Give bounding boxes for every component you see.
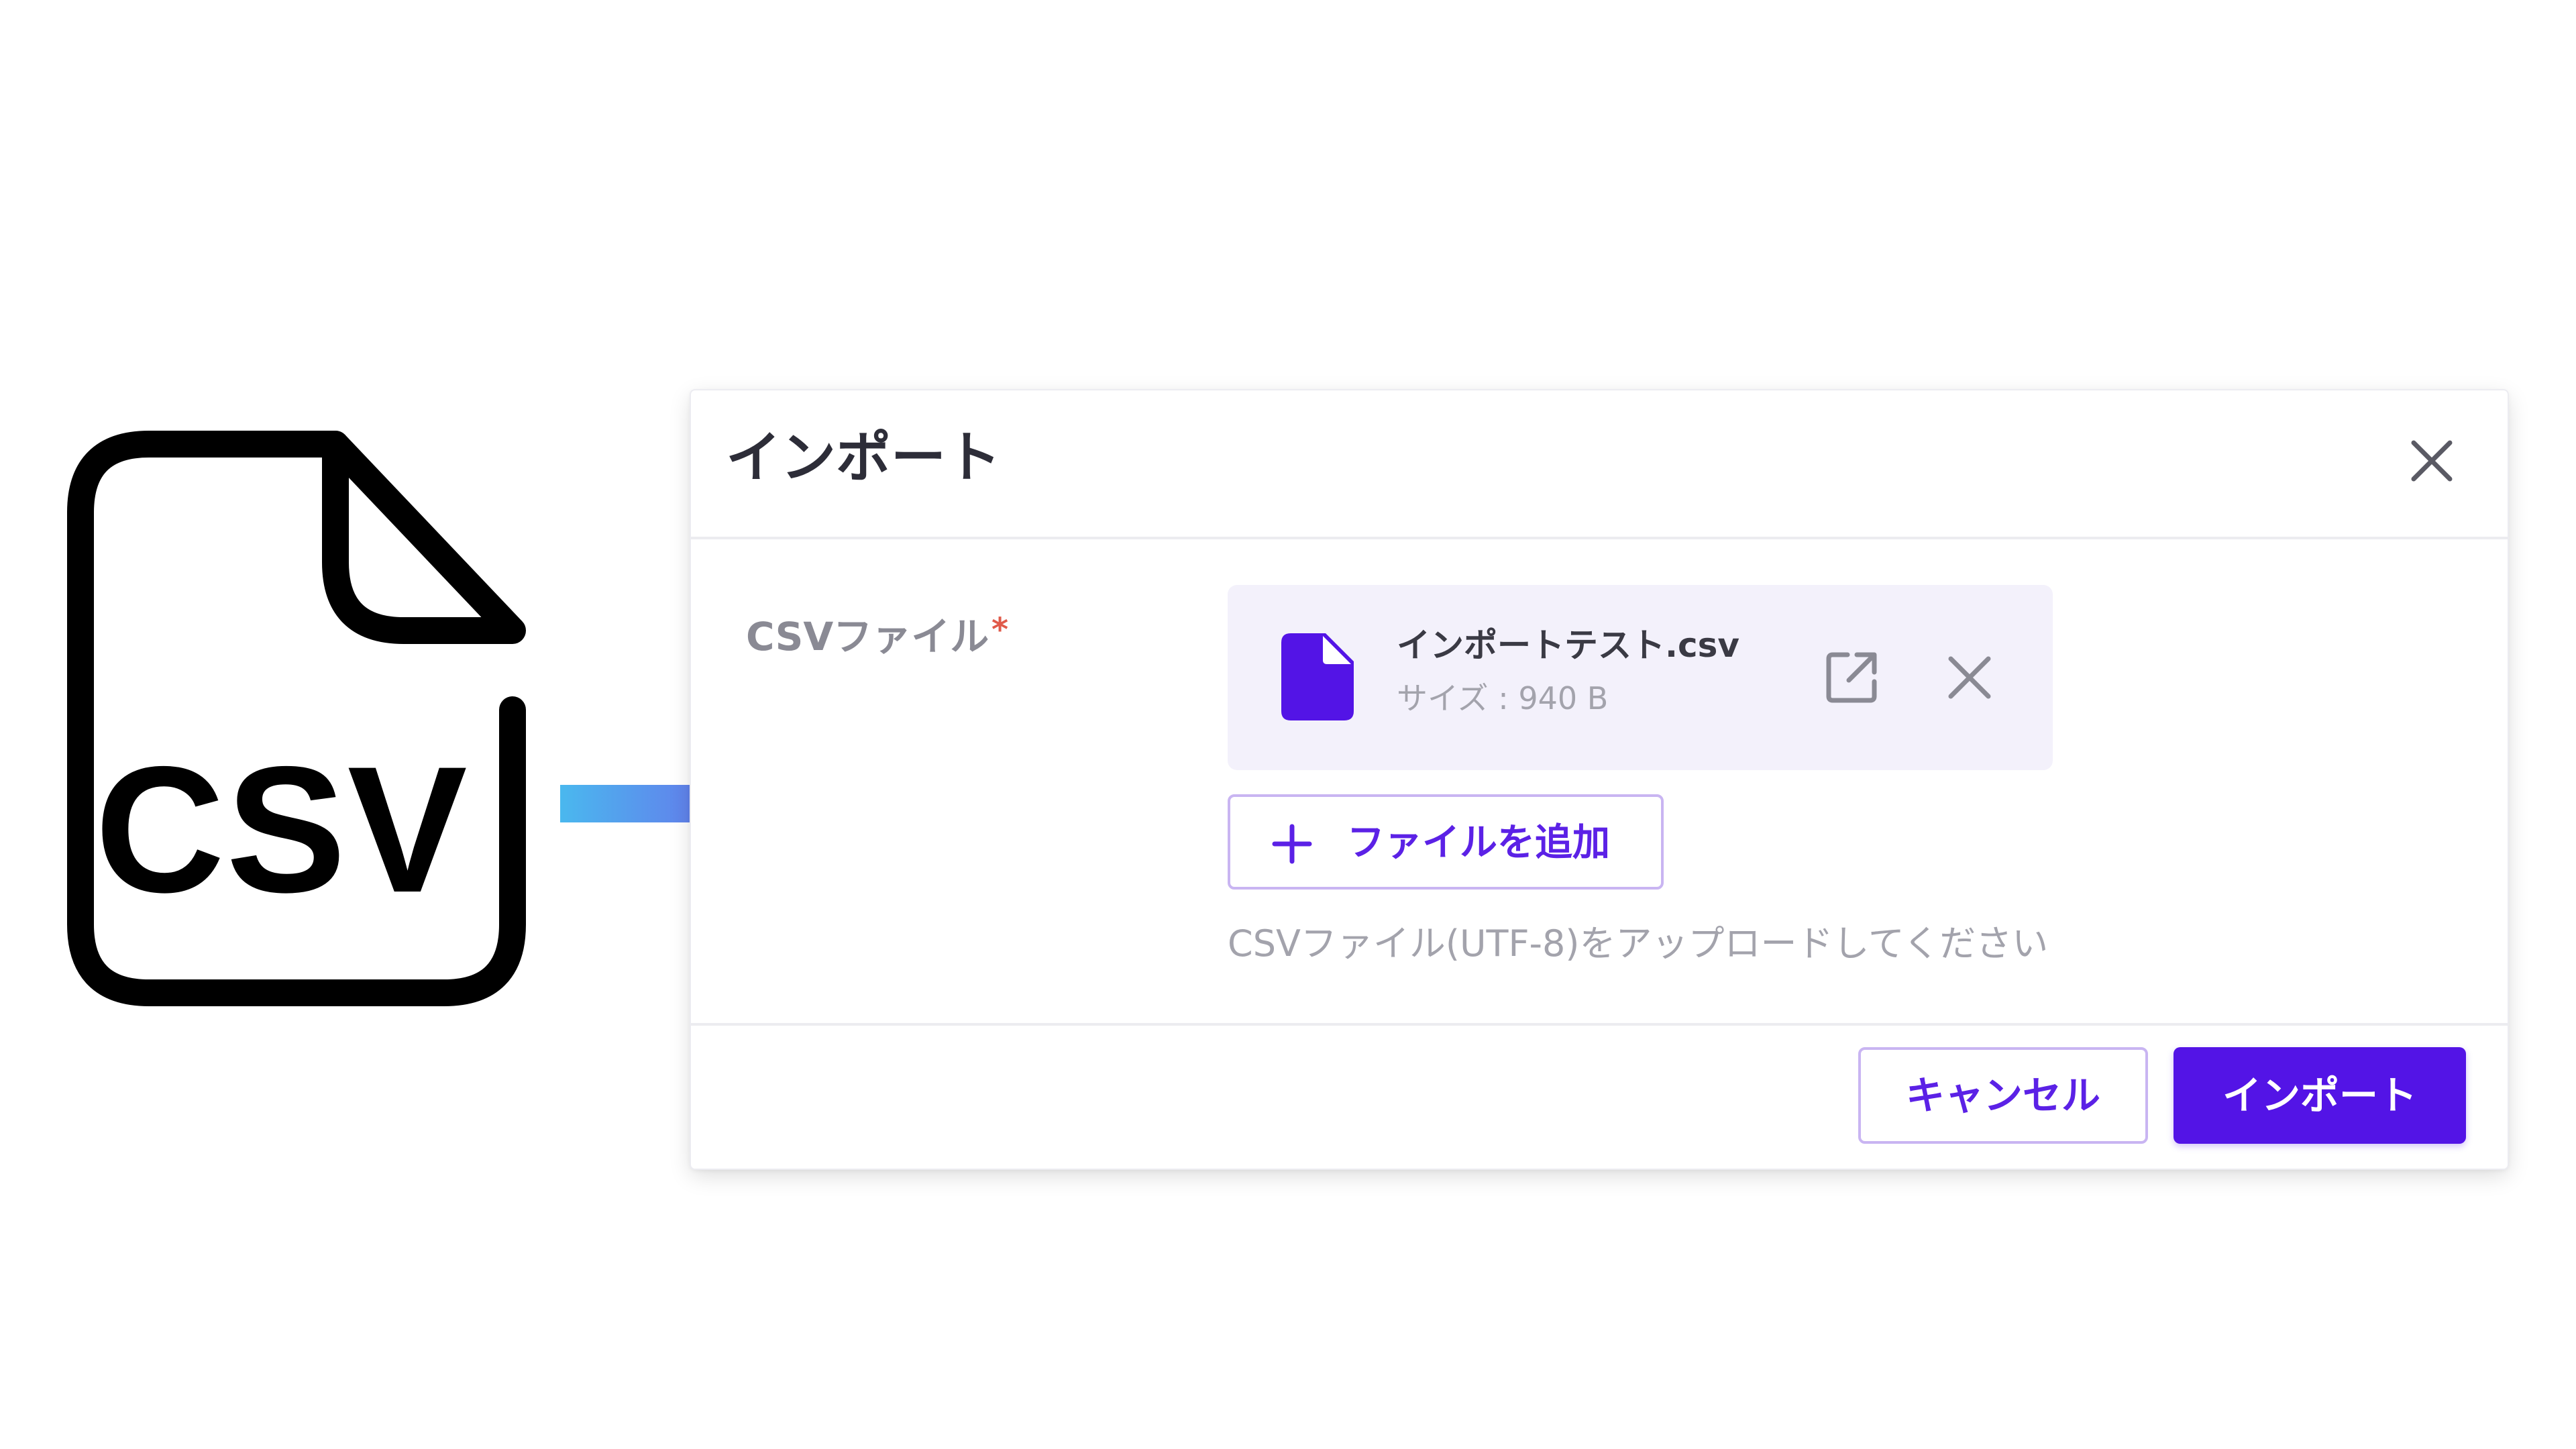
dialog-footer: キャンセル インポート [691,1023,2508,1169]
close-icon [2411,440,2453,482]
dialog-header: インポート [691,390,2508,539]
close-dialog-button[interactable] [2395,424,2469,498]
csv-file-field-label: CSVファイル [746,614,989,659]
remove-file-button[interactable] [1939,647,2000,708]
close-icon [1948,656,1991,699]
plus-icon [1271,822,1313,865]
open-in-new-icon [1826,652,1877,703]
add-file-label: ファイルを追加 [1347,821,1610,865]
file-name: インポートテスト.csv [1397,626,1739,665]
open-file-button[interactable] [1818,644,1885,711]
canvas: CSV インポート CSVファイル * インポートテスト.csv サイズ: 9… [0,0,2576,1449]
add-file-button[interactable]: ファイルを追加 [1228,794,1664,890]
csv-file-illustration: CSV [54,429,537,1033]
upload-help-text: CSVファイル(UTF-8)をアップロードしてください [1228,922,2049,965]
file-icon [1281,633,1354,720]
file-size: サイズ : 940 B [1397,680,1609,716]
dialog-title: インポート [726,426,1002,490]
csv-label: CSV [95,729,469,930]
import-button[interactable]: インポート [2174,1047,2466,1144]
cancel-button[interactable]: キャンセル [1858,1047,2148,1144]
uploaded-file-card: インポートテスト.csv サイズ : 940 B [1228,585,2053,770]
required-mark: * [991,611,1009,649]
import-dialog: インポート CSVファイル * インポートテスト.csv サイズ : 940 B [691,390,2508,1169]
